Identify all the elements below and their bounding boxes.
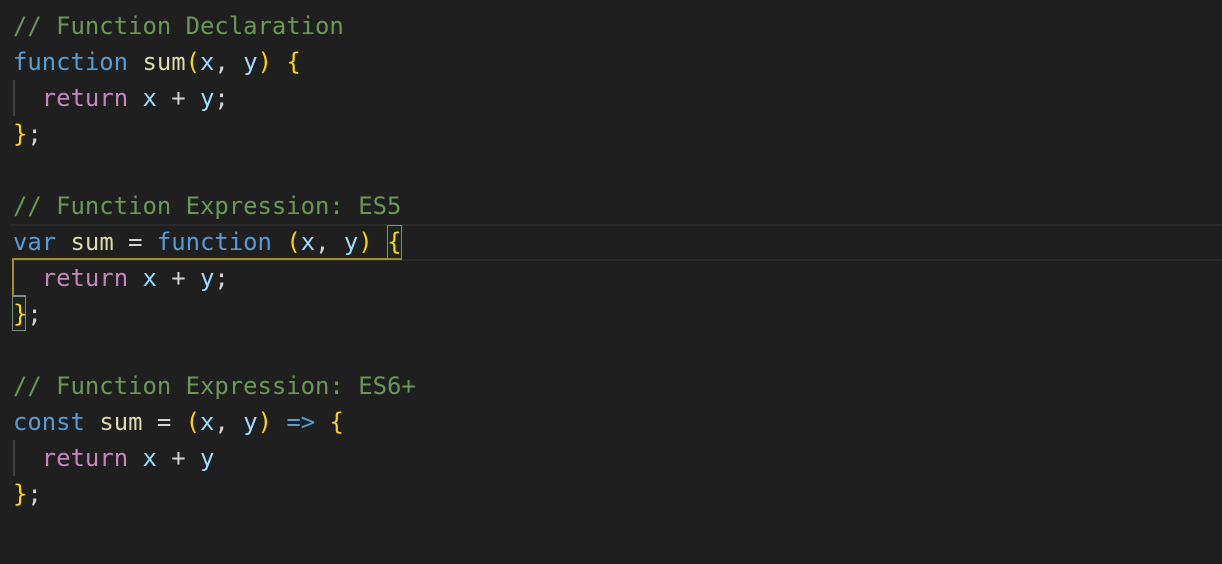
- variable: y: [200, 264, 215, 292]
- comment: // Function Expression: ES6+: [13, 372, 416, 400]
- semicolon: ;: [214, 84, 229, 112]
- brace: }: [13, 300, 28, 328]
- paren: ): [257, 408, 272, 436]
- parameter: x: [300, 228, 316, 256]
- comment: // Function Expression: ES5: [13, 192, 402, 220]
- variable-name: sum: [99, 408, 143, 436]
- code-line[interactable]: // Function Declaration: [13, 8, 344, 44]
- comment: // Function Declaration: [13, 12, 344, 40]
- code-line[interactable]: // Function Expression: ES6+: [13, 368, 416, 404]
- operator: =: [142, 408, 186, 436]
- variable: x: [142, 264, 157, 292]
- parameter: x: [200, 48, 215, 76]
- code-line[interactable]: function sum(x, y) {: [13, 44, 301, 80]
- code-line[interactable]: const sum = (x, y) => {: [13, 404, 344, 440]
- brace: {: [286, 48, 301, 76]
- keyword: function: [13, 48, 129, 76]
- punctuation: ,: [315, 228, 344, 256]
- punctuation: ,: [214, 408, 244, 436]
- code-editor[interactable]: // Function Declaration function sum(x, …: [0, 0, 1222, 564]
- paren: ): [358, 228, 373, 256]
- brace: {: [329, 408, 344, 436]
- keyword-return: return: [41, 84, 129, 112]
- code-line[interactable]: };: [13, 476, 42, 512]
- arrow-operator: =>: [286, 408, 316, 436]
- code-line[interactable]: };: [13, 116, 42, 152]
- paren: (: [185, 48, 201, 76]
- keyword: var: [13, 228, 57, 256]
- keyword-return: return: [41, 444, 129, 472]
- variable: x: [142, 84, 157, 112]
- operator: +: [156, 444, 201, 472]
- code-line[interactable]: // Function Expression: ES5: [13, 188, 401, 224]
- code-line-current[interactable]: var sum = function (x, y) {: [13, 224, 401, 260]
- brace: {: [387, 228, 402, 256]
- function-name: sum: [142, 48, 186, 76]
- variable-name: sum: [70, 228, 114, 256]
- code-line[interactable]: return x + y;: [13, 260, 229, 296]
- semicolon: ;: [27, 480, 42, 508]
- parameter: y: [243, 408, 258, 436]
- keyword-return: return: [41, 264, 129, 292]
- operator: +: [156, 84, 201, 112]
- semicolon: ;: [27, 120, 42, 148]
- keyword: function: [156, 228, 272, 256]
- operator: =: [113, 228, 157, 256]
- brace: }: [13, 120, 28, 148]
- variable: y: [200, 84, 215, 112]
- paren: (: [185, 408, 201, 436]
- variable: x: [142, 444, 157, 472]
- paren: ): [257, 48, 272, 76]
- operator: +: [156, 264, 201, 292]
- paren: (: [286, 228, 301, 256]
- code-line[interactable]: };: [13, 296, 42, 332]
- code-line[interactable]: return x + y;: [13, 80, 229, 116]
- brace: }: [13, 480, 28, 508]
- parameter: y: [343, 228, 359, 256]
- variable: y: [200, 444, 215, 472]
- punctuation: ,: [214, 48, 244, 76]
- semicolon: ;: [214, 264, 229, 292]
- code-line[interactable]: return x + y: [13, 440, 215, 476]
- parameter: x: [200, 408, 215, 436]
- keyword: const: [13, 408, 85, 436]
- semicolon: ;: [27, 300, 42, 328]
- parameter: y: [243, 48, 258, 76]
